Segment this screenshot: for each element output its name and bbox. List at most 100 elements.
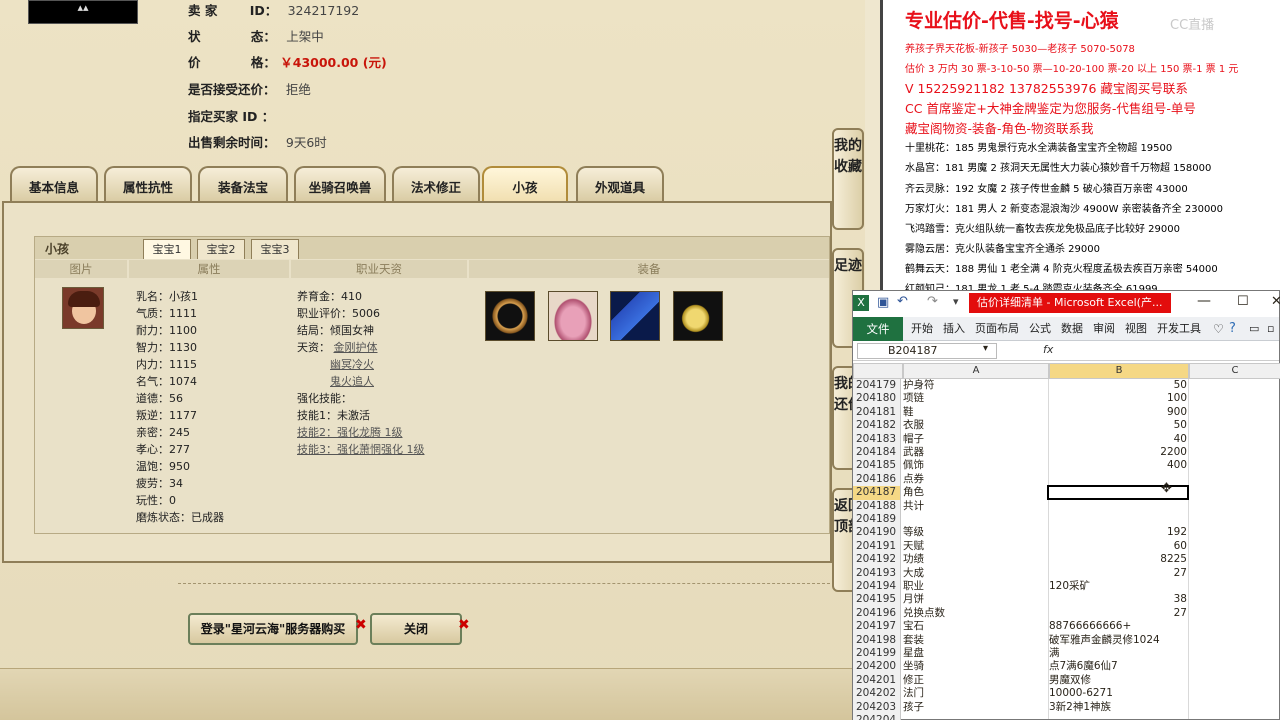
cell-b[interactable]: 400 bbox=[1049, 459, 1187, 472]
row-number[interactable]: 204200 bbox=[853, 660, 901, 674]
cell-a[interactable]: 点券 bbox=[903, 473, 1046, 486]
maximize-icon[interactable]: ☐ bbox=[1237, 294, 1249, 309]
select-all-corner[interactable] bbox=[853, 363, 903, 379]
col-header-c[interactable]: C bbox=[1189, 363, 1280, 379]
cell-b[interactable]: 27 bbox=[1049, 567, 1187, 580]
tab-spells[interactable]: 法术修正 bbox=[392, 166, 480, 202]
ribbon-tab-layout[interactable]: 页面布局 bbox=[975, 317, 1019, 341]
ribbon-tab-view[interactable]: 视图 bbox=[1125, 317, 1147, 341]
row-number[interactable]: 204179 bbox=[853, 379, 901, 393]
cell-b[interactable]: 27 bbox=[1049, 607, 1187, 620]
ribbon-tab-developer[interactable]: 开发工具 bbox=[1157, 317, 1201, 341]
table-row[interactable]: 204195 月饼 38 bbox=[853, 593, 1279, 607]
row-number[interactable]: 204188 bbox=[853, 499, 901, 513]
quick-access-menu-icon[interactable]: ▾ bbox=[953, 295, 959, 308]
login-buy-button[interactable]: 登录"星河云海"服务器购买 bbox=[188, 613, 358, 645]
ribbon-min-icon[interactable]: ▭ bbox=[1249, 317, 1259, 341]
cell-a[interactable]: 天赋 bbox=[903, 540, 1046, 553]
row-number[interactable]: 204187 bbox=[853, 486, 901, 500]
cell-b[interactable]: 40 bbox=[1049, 433, 1187, 446]
ribbon-tab-formulas[interactable]: 公式 bbox=[1029, 317, 1051, 341]
cell-a[interactable]: 星盘 bbox=[903, 647, 1046, 660]
tab-baby-3[interactable]: 宝宝3 bbox=[251, 239, 299, 259]
ribbon-collapse-icon[interactable]: ♡ bbox=[1213, 317, 1224, 341]
skill-2-link[interactable]: 技能2：强化龙腾 1级 bbox=[297, 424, 425, 441]
row-number[interactable]: 204186 bbox=[853, 472, 901, 487]
row-number[interactable]: 204199 bbox=[853, 647, 901, 661]
tab-child[interactable]: 小孩 bbox=[482, 166, 568, 202]
tab-attributes[interactable]: 属性抗性 bbox=[104, 166, 192, 202]
table-row[interactable]: 204185 佩饰 400 bbox=[853, 459, 1279, 473]
undo-icon[interactable]: ↶ bbox=[897, 294, 908, 309]
cell-b[interactable]: 破军雅声金麟灵修1024 bbox=[1049, 634, 1187, 647]
cell-a[interactable]: 项链 bbox=[903, 392, 1046, 405]
cell-b[interactable]: 88766666666+ bbox=[1049, 620, 1187, 633]
table-row[interactable]: 204182 衣服 50 bbox=[853, 419, 1279, 433]
table-row[interactable]: 204196 兑换点数 27 bbox=[853, 606, 1279, 621]
cell-a[interactable]: 宝石 bbox=[903, 620, 1046, 633]
row-number[interactable]: 204194 bbox=[853, 580, 901, 594]
table-row[interactable]: 204194 职业 120采矿 bbox=[853, 580, 1279, 594]
cell-b[interactable]: 8225 bbox=[1049, 553, 1187, 566]
cell-a[interactable]: 护身符 bbox=[903, 379, 1046, 392]
cell-a[interactable]: 大成 bbox=[903, 567, 1046, 580]
table-row[interactable]: 204201 修正 男魔双修 bbox=[853, 673, 1279, 688]
cell-a[interactable]: 坐骑 bbox=[903, 660, 1046, 673]
cell-b[interactable]: 3新2神1神族 bbox=[1049, 701, 1187, 714]
cell-b[interactable]: 192 bbox=[1049, 526, 1187, 539]
cell-a[interactable]: 武器 bbox=[903, 446, 1046, 459]
table-row[interactable]: 204203 孩子 3新2神1神族 bbox=[853, 700, 1279, 714]
talent-link-2[interactable]: 幽冥冷火 bbox=[330, 358, 374, 371]
row-number[interactable]: 204190 bbox=[853, 526, 901, 540]
tab-baby-1[interactable]: 宝宝1 bbox=[143, 239, 191, 259]
cell-b[interactable]: 点7满6魔6仙7 bbox=[1049, 660, 1187, 673]
cell-a[interactable]: 帽子 bbox=[903, 433, 1046, 446]
row-number[interactable]: 204198 bbox=[853, 633, 901, 647]
row-number[interactable]: 204191 bbox=[853, 539, 901, 554]
cell-b[interactable]: 2200 bbox=[1049, 446, 1187, 459]
row-number[interactable]: 204183 bbox=[853, 432, 901, 446]
cell-a[interactable]: 法门 bbox=[903, 687, 1046, 700]
close-window-icon[interactable]: ✕ bbox=[1271, 294, 1280, 309]
cell-a[interactable]: 衣服 bbox=[903, 419, 1046, 432]
table-row[interactable]: 204180 项链 100 bbox=[853, 392, 1279, 406]
row-number[interactable]: 204196 bbox=[853, 606, 901, 621]
table-row[interactable]: 204197 宝石 88766666666+ bbox=[853, 620, 1279, 634]
cell-a[interactable]: 共计 bbox=[903, 500, 1046, 513]
talent-link-3[interactable]: 鬼火追人 bbox=[330, 375, 374, 388]
ribbon-restore-icon[interactable]: ▫ bbox=[1267, 317, 1274, 341]
tab-appearance[interactable]: 外观道具 bbox=[576, 166, 664, 202]
row-number[interactable]: 204203 bbox=[853, 700, 901, 714]
cell-a[interactable]: 鞋 bbox=[903, 406, 1046, 419]
table-row[interactable]: 204179 护身符 50 bbox=[853, 379, 1279, 393]
row-number[interactable]: 204184 bbox=[853, 446, 901, 460]
table-row[interactable]: 204204 bbox=[853, 714, 1279, 720]
cell-a[interactable]: 角色 bbox=[903, 486, 1046, 499]
table-row[interactable]: 204200 坐骑 点7满6魔6仙7 bbox=[853, 660, 1279, 674]
ribbon-tab-data[interactable]: 数据 bbox=[1061, 317, 1083, 341]
cell-a[interactable]: 孩子 bbox=[903, 701, 1046, 714]
fx-icon[interactable]: fx bbox=[1043, 343, 1053, 356]
skill-3-link[interactable]: 技能3：强化萧惘强化 1级 bbox=[297, 441, 425, 458]
ribbon-tab-review[interactable]: 审阅 bbox=[1093, 317, 1115, 341]
equip-slot-4[interactable] bbox=[673, 291, 723, 341]
cell-b[interactable]: 900 bbox=[1049, 406, 1187, 419]
table-row[interactable]: 204202 法门 10000-6271 bbox=[853, 687, 1279, 701]
tab-basic-info[interactable]: 基本信息 bbox=[10, 166, 98, 202]
cell-a[interactable]: 兑换点数 bbox=[903, 607, 1046, 620]
tab-baby-2[interactable]: 宝宝2 bbox=[197, 239, 245, 259]
row-number[interactable]: 204204 bbox=[853, 714, 901, 720]
equip-slot-1[interactable] bbox=[485, 291, 535, 341]
table-row[interactable]: 204189 bbox=[853, 513, 1279, 527]
cell-b[interactable]: 120采矿 bbox=[1049, 580, 1187, 593]
table-row[interactable]: 204184 武器 2200 bbox=[853, 446, 1279, 460]
cell-b[interactable]: 50 bbox=[1049, 419, 1187, 432]
row-number[interactable]: 204182 bbox=[853, 419, 901, 433]
cell-b[interactable]: 男魔双修 bbox=[1049, 674, 1187, 687]
col-header-b[interactable]: B bbox=[1049, 363, 1189, 379]
ribbon-tab-insert[interactable]: 插入 bbox=[943, 317, 965, 341]
table-row[interactable]: 204181 鞋 900 bbox=[853, 405, 1279, 420]
table-row[interactable]: 204192 功绩 8225 bbox=[853, 553, 1279, 567]
table-row[interactable]: 204193 大成 27 bbox=[853, 566, 1279, 580]
row-number[interactable]: 204193 bbox=[853, 566, 901, 580]
